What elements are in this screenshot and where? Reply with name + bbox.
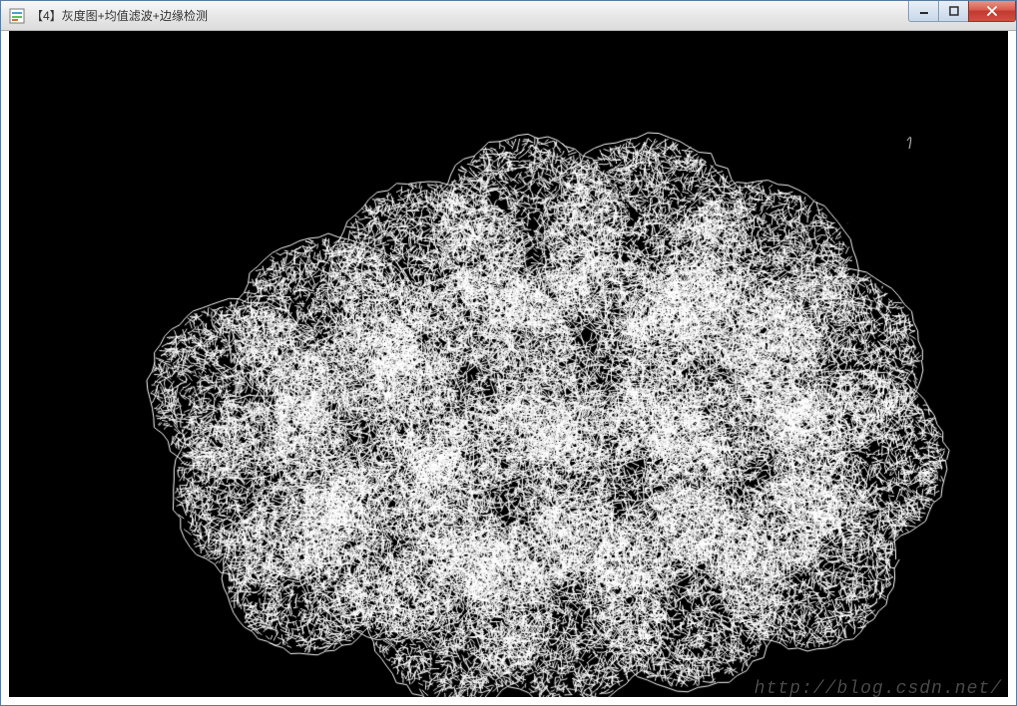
edge-detection-output-image	[9, 31, 1008, 697]
window-title: 【4】灰度图+均值滤波+边缘检测	[31, 7, 208, 24]
opencv-window-icon	[9, 8, 25, 24]
window-controls	[908, 1, 1016, 22]
image-viewport	[9, 31, 1008, 697]
close-button[interactable]	[968, 1, 1016, 22]
minimize-button[interactable]	[908, 1, 938, 22]
application-window: 【4】灰度图+均值滤波+边缘检测 http://blog.csdn.net/	[0, 0, 1017, 706]
titlebar[interactable]: 【4】灰度图+均值滤波+边缘检测	[1, 1, 1016, 31]
maximize-button[interactable]	[938, 1, 968, 22]
